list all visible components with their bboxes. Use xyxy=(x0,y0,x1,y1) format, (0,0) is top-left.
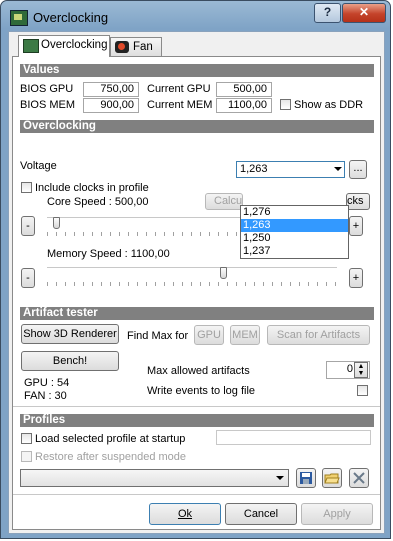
find-max-gpu-button[interactable]: GPU xyxy=(194,325,224,345)
chevron-down-icon xyxy=(334,167,342,171)
voltage-option-selected[interactable]: 1,263 xyxy=(241,219,348,232)
client-area: Overclocking Fan Values BIOS GPU 750,00 … xyxy=(8,31,385,534)
divider xyxy=(13,406,380,407)
window-title: Overclocking xyxy=(33,10,109,25)
restore-after-suspend-checkbox[interactable] xyxy=(21,451,32,462)
spinner-arrows-icon[interactable]: ▲ ▼ xyxy=(354,362,368,378)
core-decrease-button[interactable]: - xyxy=(21,216,35,236)
values-header: Values xyxy=(20,64,374,77)
load-at-startup-label: Load selected profile at startup xyxy=(35,433,186,445)
voltage-label: Voltage xyxy=(20,160,57,172)
bios-gpu-field: 750,00 xyxy=(83,82,139,97)
current-mem-label: Current MEM xyxy=(147,99,213,111)
write-log-label: Write events to log file xyxy=(147,385,256,397)
cancel-button[interactable]: Cancel xyxy=(225,503,297,525)
profile-name-field[interactable] xyxy=(216,430,371,445)
show-3d-renderer-button[interactable]: Show 3D Renderer xyxy=(21,324,119,344)
open-profile-button[interactable] xyxy=(322,468,342,488)
title-bar[interactable]: Overclocking ? ✕ xyxy=(1,1,390,31)
memory-speed-slider[interactable] xyxy=(47,267,337,279)
include-clocks-label: Include clocks in profile xyxy=(35,182,149,194)
overclocking-window: Overclocking ? ✕ Overclocking Fan Values… xyxy=(0,0,391,539)
current-gpu-field[interactable]: 500,00 xyxy=(216,82,272,97)
memory-speed-label: Memory Speed : 1100,00 xyxy=(47,248,170,260)
memory-increase-button[interactable]: + xyxy=(349,268,363,288)
apply-button[interactable]: Apply xyxy=(301,503,373,525)
delete-icon xyxy=(353,472,365,484)
bench-button[interactable]: Bench! xyxy=(21,351,119,371)
board-icon xyxy=(23,39,39,53)
memory-decrease-button[interactable]: - xyxy=(21,268,35,288)
voltage-dropdown[interactable]: 1,263 xyxy=(236,161,345,178)
save-icon xyxy=(300,472,312,484)
artifact-tester-header: Artifact tester xyxy=(20,307,374,320)
find-max-mem-button[interactable]: MEM xyxy=(230,325,260,345)
divider xyxy=(13,494,380,495)
clocks-button[interactable]: cks xyxy=(346,193,370,210)
show-ddr-checkbox[interactable] xyxy=(280,99,291,110)
find-max-label: Find Max for xyxy=(127,330,189,342)
overclocking-header: Overclocking xyxy=(20,120,374,133)
scan-for-artifacts-button[interactable]: Scan for Artifacts xyxy=(267,325,370,345)
ok-button[interactable]: Ok xyxy=(149,503,221,525)
delete-profile-button[interactable] xyxy=(349,468,369,488)
restore-after-suspend-label: Restore after suspended mode xyxy=(35,451,187,463)
core-increase-button[interactable]: + xyxy=(349,216,363,236)
help-button[interactable]: ? xyxy=(314,3,341,23)
core-speed-slider-thumb[interactable] xyxy=(53,217,60,229)
fan-status: FAN : 30 xyxy=(24,390,67,402)
core-speed-label: Core Speed : 500,00 xyxy=(47,196,149,208)
save-profile-button[interactable] xyxy=(296,468,316,488)
profiles-header: Profiles xyxy=(20,414,374,427)
overclocking-panel: Values BIOS GPU 750,00 Current GPU 500,0… xyxy=(12,56,381,530)
voltage-option[interactable]: 1,276 xyxy=(241,206,348,219)
close-button[interactable]: ✕ xyxy=(342,3,386,23)
include-clocks-checkbox[interactable] xyxy=(21,182,32,193)
write-log-checkbox[interactable] xyxy=(357,385,368,396)
current-gpu-label: Current GPU xyxy=(147,83,211,95)
memory-speed-slider-thumb[interactable] xyxy=(220,267,227,279)
bios-mem-field: 900,00 xyxy=(83,98,139,113)
calculate-button[interactable]: Calcu xyxy=(205,193,243,210)
voltage-more-button[interactable]: ... xyxy=(349,160,367,179)
tab-overclocking[interactable]: Overclocking xyxy=(18,35,110,57)
fan-icon xyxy=(115,41,129,53)
tab-overclocking-label: Overclocking xyxy=(41,39,108,51)
bios-gpu-label: BIOS GPU xyxy=(20,83,74,95)
voltage-option[interactable]: 1,250 xyxy=(241,232,348,245)
load-at-startup-checkbox[interactable] xyxy=(21,433,32,444)
tab-fan[interactable]: Fan xyxy=(110,37,162,56)
tab-fan-label: Fan xyxy=(133,41,153,53)
graphics-card-icon xyxy=(10,10,28,26)
voltage-value: 1,263 xyxy=(240,163,268,175)
max-allowed-artifacts-label: Max allowed artifacts xyxy=(147,365,250,377)
open-folder-icon xyxy=(324,473,340,484)
voltage-option[interactable]: 1,237 xyxy=(241,245,348,258)
gpu-status: GPU : 54 xyxy=(24,377,70,389)
profile-select[interactable] xyxy=(20,469,289,487)
memory-slider-ticks xyxy=(47,282,337,286)
voltage-dropdown-list: 1,276 1,263 1,250 1,237 xyxy=(240,205,349,259)
chevron-down-icon xyxy=(276,476,284,480)
show-ddr-label: Show as DDR xyxy=(294,99,364,111)
current-mem-field[interactable]: 1100,00 xyxy=(216,98,272,113)
bios-mem-label: BIOS MEM xyxy=(20,99,76,111)
